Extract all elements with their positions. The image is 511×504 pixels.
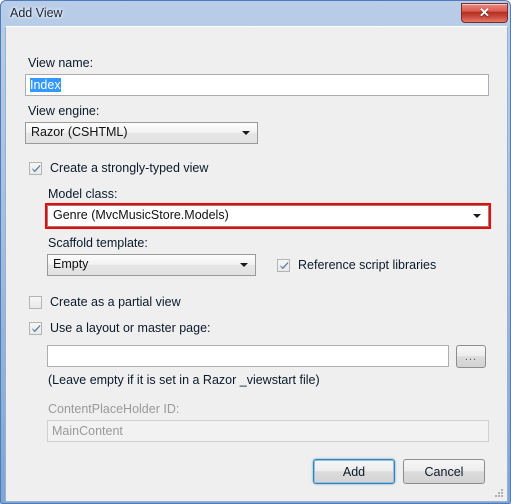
layout-page-label: Use a layout or master page:	[50, 321, 211, 335]
cancel-button-label: Cancel	[424, 464, 464, 479]
scaffold-template-value: Empty	[53, 257, 89, 271]
partial-view-label: Create as a partial view	[50, 295, 181, 309]
view-name-input[interactable]: Index	[25, 74, 489, 96]
contentplaceholder-label: ContentPlaceHolder ID:	[48, 402, 180, 416]
model-class-combobox[interactable]: Genre (MvcMusicStore.Models)	[47, 205, 489, 227]
resize-grip[interactable]	[492, 486, 504, 498]
browse-layout-label: ...	[464, 350, 478, 363]
chevron-down-icon	[473, 214, 481, 218]
reference-script-libraries-label: Reference script libraries	[298, 258, 437, 272]
add-button-label: Add	[342, 464, 366, 479]
checkbox-box	[29, 322, 42, 335]
view-engine-combobox[interactable]: Razor (CSHTML)	[25, 122, 258, 144]
chevron-down-icon	[240, 263, 248, 267]
contentplaceholder-value: MainContent	[52, 424, 123, 438]
close-button[interactable]: ✕	[461, 3, 508, 23]
add-button[interactable]: Add	[313, 459, 395, 484]
check-icon	[32, 164, 41, 173]
model-class-label: Model class:	[48, 187, 118, 201]
contentplaceholder-input: MainContent	[47, 420, 489, 442]
check-icon	[280, 261, 289, 270]
scaffold-template-label: Scaffold template:	[48, 236, 148, 250]
scaffold-template-combobox[interactable]: Empty	[47, 254, 256, 276]
strongly-typed-view-label: Create a strongly-typed view	[50, 161, 209, 175]
dialog-frame: View name: Index View engine: Razor (CSH…	[5, 26, 508, 502]
layout-hint-text: (Leave empty if it is set in a Razor _vi…	[48, 373, 320, 387]
browse-layout-button[interactable]: ...	[456, 345, 486, 368]
view-name-value: Index	[30, 78, 61, 92]
dialog-content: View name: Index View engine: Razor (CSH…	[6, 27, 507, 501]
view-engine-label: View engine:	[28, 104, 100, 118]
layout-path-input[interactable]	[47, 345, 449, 367]
chevron-down-icon	[242, 131, 250, 135]
view-engine-value: Razor (CSHTML)	[31, 125, 128, 139]
checkbox-box	[29, 162, 42, 175]
checkbox-box	[29, 296, 42, 309]
close-icon: ✕	[479, 5, 490, 20]
title-bar[interactable]: Add View ✕	[1, 1, 511, 27]
check-icon	[32, 324, 41, 333]
view-name-label: View name:	[28, 56, 94, 70]
checkbox-box	[277, 259, 290, 272]
cancel-button[interactable]: Cancel	[403, 459, 485, 484]
model-class-value: Genre (MvcMusicStore.Models)	[53, 208, 229, 222]
add-view-dialog: Add View ✕ View name: Index View engine:…	[0, 0, 511, 504]
window-title: Add View	[10, 6, 63, 20]
